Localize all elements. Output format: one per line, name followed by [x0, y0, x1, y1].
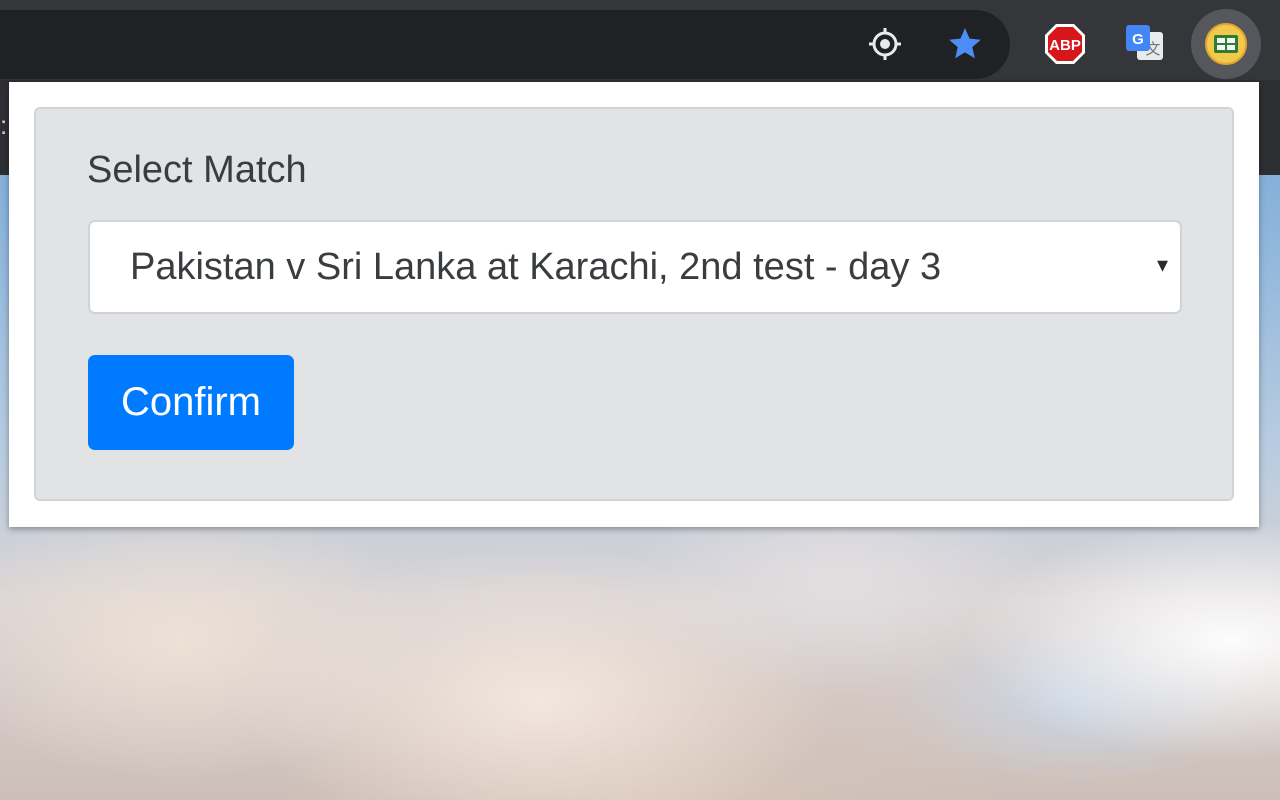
translate-label: G: [1132, 31, 1144, 48]
extension-popup: Select Match Pakistan v Sri Lanka at Kar…: [9, 82, 1259, 527]
tab-strip: [0, 0, 1280, 10]
extension-scoreboard-icon[interactable]: [1191, 9, 1261, 79]
page-title: Select Match: [87, 149, 307, 191]
match-select-value: Pakistan v Sri Lanka at Karachi, 2nd tes…: [130, 245, 942, 288]
match-select[interactable]: Pakistan v Sri Lanka at Karachi, 2nd tes…: [88, 220, 1182, 314]
confirm-button[interactable]: Confirm: [88, 355, 294, 450]
adblock-plus-icon[interactable]: ABP: [1043, 22, 1087, 66]
adblock-label: ABP: [1049, 37, 1081, 54]
chevron-down-icon: ▾: [1156, 252, 1168, 277]
bookmark-star-icon[interactable]: [943, 22, 987, 66]
location-icon[interactable]: [863, 22, 907, 66]
google-translate-icon[interactable]: 文 G: [1123, 22, 1167, 66]
address-bar[interactable]: [0, 10, 1010, 79]
match-select-card: Select Match Pakistan v Sri Lanka at Kar…: [34, 107, 1234, 501]
